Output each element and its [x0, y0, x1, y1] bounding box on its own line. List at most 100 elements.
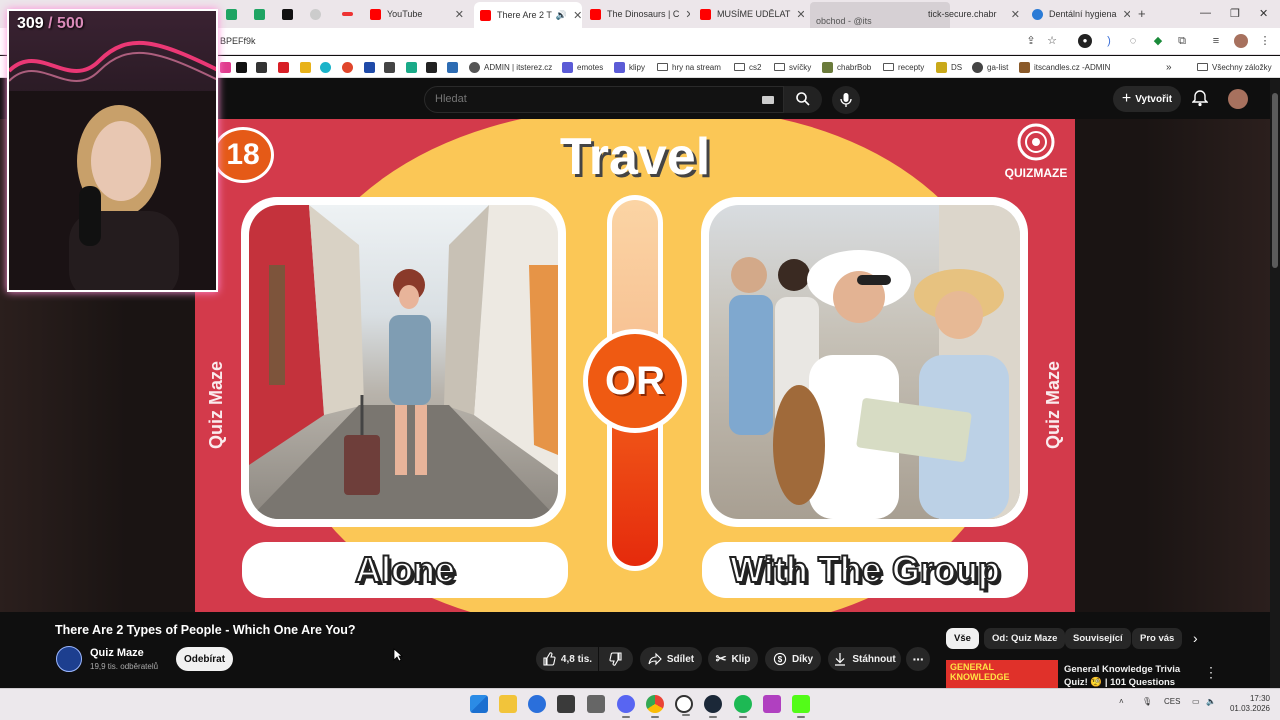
bookmark-blue-icon[interactable] [447, 60, 462, 74]
close-window-icon[interactable]: ✕ [1259, 7, 1268, 20]
language-indicator[interactable]: CES [1164, 697, 1180, 706]
bookmark-download-icon[interactable] [426, 60, 441, 74]
bookmark-folder-recepty[interactable]: recepty [883, 60, 924, 74]
pinned-tab-sheets[interactable] [218, 4, 244, 24]
thanks-button[interactable]: $ Díky [765, 647, 821, 671]
bookmark-paypal-icon[interactable] [364, 60, 379, 74]
recommended-video-thumbnail[interactable]: GENERAL KNOWLEDGE [946, 660, 1058, 688]
pinned-tab-sheets-2[interactable] [246, 4, 272, 24]
speaker-icon[interactable]: 🔊 [556, 10, 567, 21]
bookmark-chabrbob[interactable]: chabrBob [822, 60, 871, 74]
extension-audio-icon[interactable]: ) [1102, 34, 1116, 48]
bookmark-x-icon[interactable] [236, 60, 251, 74]
pinned-tab-red[interactable] [334, 4, 360, 24]
volume-icon[interactable]: 🔈 [1206, 697, 1216, 706]
chip-related[interactable]: Související [1065, 628, 1131, 649]
spotify-icon[interactable] [734, 695, 752, 718]
obs-icon[interactable] [675, 695, 693, 716]
bookmark-icon-pink[interactable] [220, 60, 235, 74]
bookmark-folder-svicky[interactable]: svíčky [774, 60, 811, 74]
tab-dental[interactable]: Dentální hygiena ✕ [1026, 4, 1130, 24]
close-icon[interactable]: ✕ [449, 8, 464, 21]
voice-search-button[interactable] [832, 86, 860, 114]
scrollbar-thumb[interactable] [1272, 93, 1278, 268]
close-icon[interactable]: ✕ [790, 8, 804, 21]
menu-dots-icon[interactable]: ⋮ [1258, 34, 1272, 48]
close-icon[interactable]: ✕ [567, 9, 582, 22]
pinned-tab-kick[interactable] [274, 4, 300, 24]
tab-tick-secure[interactable]: tick-secure.chabr ✕ [922, 4, 1026, 24]
minimize-icon[interactable]: — [1200, 7, 1211, 19]
subscribe-button[interactable]: Odebírat [176, 647, 233, 671]
network-icon[interactable]: ▭ [1192, 697, 1200, 706]
close-icon[interactable]: ✕ [679, 8, 690, 21]
channel-name[interactable]: Quiz Maze [90, 647, 144, 659]
tray-chevron-icon[interactable]: ˄ [1119, 697, 1124, 706]
start-windows-icon[interactable] [470, 695, 488, 713]
streamerbot-icon[interactable] [763, 695, 781, 713]
chip-from-channel[interactable]: Od: Quiz Maze [984, 628, 1066, 649]
kick-app-icon[interactable] [792, 695, 810, 718]
bookmark-folder-hry[interactable]: hry na stream [657, 60, 721, 74]
notifications-bell-icon[interactable] [1192, 89, 1208, 107]
all-bookmarks-folder[interactable]: Všechny záložky [1197, 60, 1272, 74]
dislike-button[interactable] [599, 647, 633, 671]
file-explorer-icon[interactable] [499, 695, 517, 713]
close-icon[interactable]: ✕ [1005, 8, 1020, 21]
system-clock[interactable]: 17:30 01.03.2026 [1222, 694, 1270, 714]
bookmark-teal-icon[interactable] [406, 60, 421, 74]
close-icon[interactable]: ✕ [1117, 8, 1130, 21]
bookmark-ds[interactable]: DS [936, 60, 962, 74]
tab-dinosaurs[interactable]: The Dinosaurs | C ✕ [584, 4, 690, 24]
profile-avatar[interactable] [1234, 34, 1248, 48]
search-input[interactable] [435, 93, 735, 105]
video-frame[interactable]: 18 Travel QUIZMAZE Quiz Maze Quiz Maze O… [195, 119, 1075, 612]
more-actions-button[interactable]: ··· [906, 647, 930, 671]
app-grid-icon[interactable] [587, 695, 605, 713]
chrome-icon[interactable] [646, 695, 664, 718]
search-button[interactable] [784, 86, 822, 113]
tab-youtube[interactable]: YouTube ✕ [364, 4, 470, 24]
bookmark-admin-itsterez[interactable]: ADMIN | itsterez.cz [469, 60, 552, 74]
like-button[interactable]: 4,8 tis. [536, 647, 598, 671]
download-button[interactable]: Stáhnout [828, 647, 901, 671]
bookmark-cyan-icon[interactable] [320, 60, 335, 74]
extension-green-icon[interactable]: ◆ [1151, 34, 1165, 48]
extension-shield-icon[interactable]: ◌ [1126, 34, 1140, 48]
recommended-more-icon[interactable]: ⋮ [1204, 664, 1218, 681]
install-app-icon[interactable]: ⇪ [1024, 34, 1038, 48]
page-scrollbar[interactable] [1270, 79, 1280, 688]
new-tab-button[interactable]: + [1138, 6, 1146, 21]
bookmark-itscandles-admin[interactable]: itscandles.cz -ADMIN [1019, 60, 1110, 74]
pinned-tab-generic[interactable] [302, 4, 328, 24]
tab-musime[interactable]: MUSÍME UDĚLAT ✕ [694, 4, 804, 24]
url-text[interactable]: BPEFf9k [220, 36, 256, 46]
share-button[interactable]: Sdílet [640, 647, 702, 671]
bookmark-red-icon[interactable] [342, 60, 357, 74]
bookmark-ga-list[interactable]: ga-list [972, 60, 1008, 74]
copilot-icon[interactable] [528, 695, 546, 713]
create-button[interactable]: + Vytvořit [1113, 86, 1181, 112]
tab-current-video[interactable]: There Are 2 T 🔊 ✕ [474, 2, 582, 28]
keyboard-icon[interactable] [762, 96, 774, 104]
bookmark-folder-cs2[interactable]: cs2 [734, 60, 761, 74]
terminal-icon[interactable] [557, 695, 575, 713]
bookmarks-overflow-icon[interactable]: » [1166, 60, 1172, 74]
tray-mic-icon[interactable]: 🎙 [1142, 697, 1152, 706]
channel-avatar[interactable] [56, 646, 82, 672]
chips-next-chevron-icon[interactable]: › [1193, 630, 1198, 646]
reading-list-icon[interactable]: ≡ [1209, 34, 1223, 48]
bookmark-fa-icon[interactable] [384, 60, 399, 74]
account-avatar[interactable] [1228, 89, 1248, 109]
steam-icon[interactable] [704, 695, 722, 718]
chip-for-you[interactable]: Pro vás [1132, 628, 1183, 649]
discord-icon[interactable] [617, 695, 635, 718]
maximize-icon[interactable]: ❐ [1230, 7, 1240, 20]
bookmark-klipy[interactable]: klipy [614, 60, 645, 74]
bookmark-netflix-icon[interactable] [278, 60, 293, 74]
bookmark-emotes[interactable]: emotes [562, 60, 603, 74]
extension-icon[interactable]: ● [1078, 34, 1092, 48]
bookmark-yellow-icon[interactable] [300, 60, 315, 74]
extensions-puzzle-icon[interactable]: ⧉ [1175, 34, 1189, 48]
chip-all[interactable]: Vše [946, 628, 979, 649]
